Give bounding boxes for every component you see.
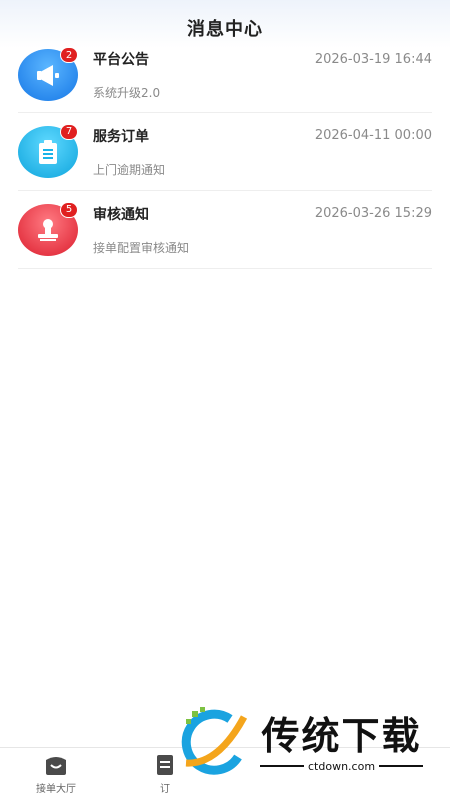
message-item-service-order[interactable]: 7 服务订单 2026-04-11 00:00 上门逾期通知 [18, 113, 432, 191]
message-subtitle: 接单配置审核通知 [93, 240, 190, 255]
order-icon [157, 755, 173, 775]
divider [260, 765, 304, 767]
message-time: 2026-04-11 00:00 [314, 128, 432, 143]
ctdown-logo-icon [181, 707, 248, 775]
unread-badge: 7 [60, 123, 78, 140]
message-title: 平台公告 [93, 52, 149, 68]
message-time: 2026-03-19 16:44 [314, 51, 432, 67]
message-title: 服务订单 [93, 128, 149, 145]
message-item-platform-notice[interactable]: 2 平台公告 2026-03-19 16:44 系统升级2.0 [18, 38, 432, 113]
divider [379, 765, 424, 767]
message-list: 2 平台公告 2026-03-19 16:44 系统升级2.0 7 服务订单 2… [18, 38, 432, 269]
message-subtitle: 系统升级2.0 [93, 86, 161, 100]
watermark-url: ctdown.com [308, 759, 376, 773]
clipboard-icon [39, 139, 57, 164]
message-title: 审核通知 [93, 206, 149, 223]
avatar: 2 [18, 47, 78, 101]
message-subtitle: 上门逾期通知 [93, 162, 166, 177]
avatar: 5 [18, 201, 78, 256]
unread-badge: 5 [60, 201, 78, 218]
avatar: 7 [18, 123, 78, 178]
tab-label: 订 [160, 784, 170, 795]
megaphone-icon [37, 65, 59, 86]
message-item-review-notice[interactable]: 5 审核通知 2026-03-26 15:29 接单配置审核通知 [18, 191, 432, 269]
unread-badge: 2 [60, 47, 78, 63]
stamp-icon [38, 218, 58, 241]
message-time: 2026-03-26 15:29 [314, 206, 432, 221]
watermark: 传统下载 ctdown.com [178, 702, 440, 784]
tab-label: 接单大厅 [36, 784, 76, 795]
tab-order-hall[interactable]: 接单大厅 [11, 754, 101, 795]
page-title: 消息中心 [187, 19, 263, 40]
watermark-title: 传统下载 [261, 713, 422, 758]
hall-icon [46, 757, 66, 775]
